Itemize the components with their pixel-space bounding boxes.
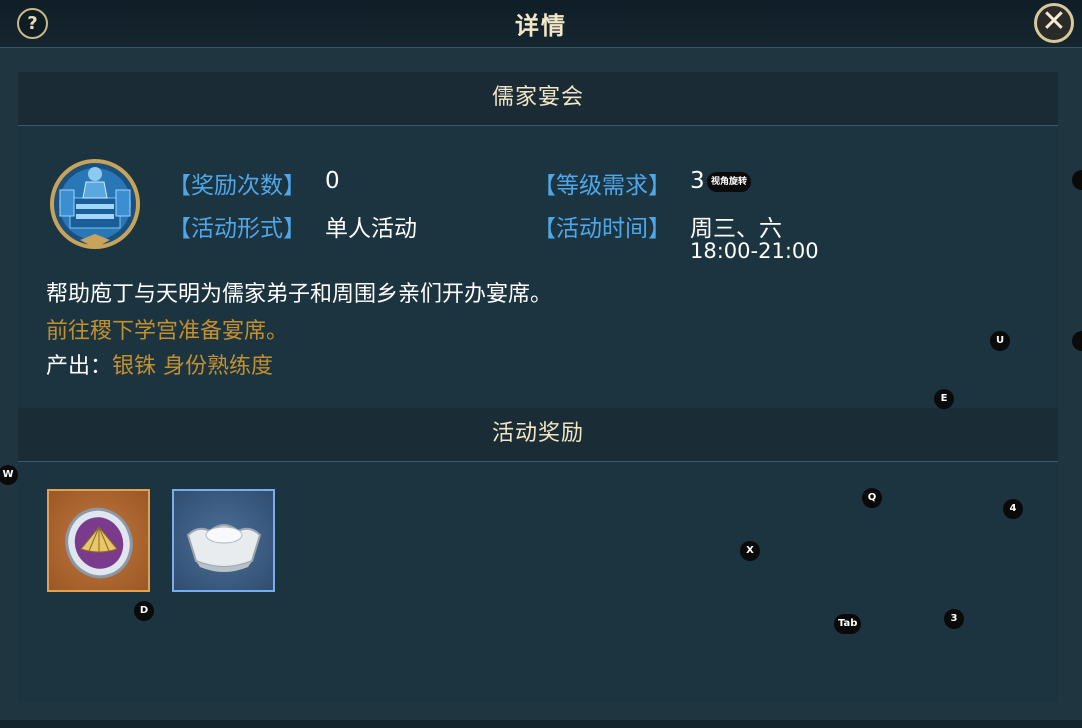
output-value: 银铢 身份熟练度: [112, 354, 274, 379]
bottom-strip: [0, 720, 1082, 728]
title-bar: ? 详情 ✕: [0, 0, 1082, 48]
activity-name-header: 儒家宴会: [18, 72, 1058, 126]
rewards-header: 活动奖励: [18, 408, 1058, 462]
activity-output: 产出：银铢 身份熟练度: [46, 348, 273, 380]
activity-time-label: 【活动时间】: [533, 216, 671, 242]
camera-rotate-hint: 视角旋转: [707, 172, 752, 192]
silver-ingot-icon: [186, 524, 262, 572]
confucian-banquet-icon: [50, 159, 140, 249]
key-hint-x: X: [740, 541, 760, 561]
key-hint-w: W: [0, 465, 18, 485]
key-hint-q: Q: [862, 488, 882, 508]
rewards-count-value: 0: [325, 168, 340, 194]
activity-form-label: 【活动形式】: [168, 216, 306, 242]
fan-token-icon: [65, 507, 133, 579]
key-hint-tab: Tab: [834, 614, 862, 634]
activity-time-hours: 18:00-21:00: [690, 239, 819, 263]
page-title: 详情: [515, 12, 567, 40]
key-hint-d: D: [134, 601, 154, 621]
level-requirement-label: 【等级需求】: [533, 173, 671, 199]
activity-description: 帮助庖丁与天明为儒家弟子和周围乡亲们开办宴席。: [46, 282, 553, 307]
close-button[interactable]: ✕: [1034, 3, 1074, 43]
activity-form-value: 单人活动: [325, 216, 417, 242]
key-hint-e: E: [934, 389, 954, 409]
rewards-count-label: 【奖励次数】: [168, 173, 306, 199]
edge-hint-marker: [1072, 331, 1082, 351]
level-requirement-value: 3: [690, 168, 705, 194]
activity-time-days: 周三、六: [690, 216, 782, 242]
key-hint-4: 4: [1003, 499, 1023, 519]
edge-hint-marker: [1072, 170, 1082, 190]
activity-detail-panel: 儒家宴会 【奖励次数】 0 【等级需求】 3 【活动形式】 单人活动 【活动时间…: [18, 72, 1058, 702]
output-label: 产出：: [46, 354, 113, 379]
key-hint-u: U: [990, 331, 1010, 351]
reward-slot-fan-token[interactable]: [47, 489, 150, 592]
reward-slot-silver-ingot[interactable]: [172, 489, 275, 592]
activity-objective-link[interactable]: 前往稷下学宫准备宴席。: [46, 313, 288, 345]
key-hint-3: 3: [944, 609, 964, 629]
